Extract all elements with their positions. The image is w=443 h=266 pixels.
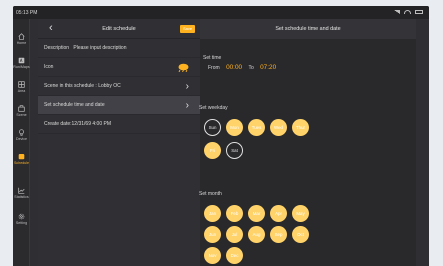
sidebar-item-label: Home (16, 41, 27, 45)
sidebar-item-label: Setting (15, 221, 28, 225)
status-time: 05:13 PM (16, 10, 38, 16)
sidebar-item-scene[interactable]: Scene (13, 105, 30, 117)
description-placeholder: Please input description (73, 45, 127, 51)
wifi-icon (404, 10, 411, 14)
set-weekday-label: Set weekday (199, 105, 228, 111)
chevron-right-icon: › (185, 81, 189, 92)
sidebar-item-setting[interactable]: Setting (13, 213, 30, 225)
from-time-value[interactable]: 00:00 (226, 64, 242, 71)
device-icon (19, 129, 24, 136)
signal-icon (394, 10, 400, 14)
month-dec[interactable]: Dec (226, 247, 243, 264)
map-icon (18, 57, 25, 64)
month-jun[interactable]: Jun (204, 226, 221, 243)
create-date: Create date:12/31/69 4:00 PM (44, 121, 111, 127)
page-title: Edit schedule (102, 26, 136, 32)
to-label: To (248, 65, 254, 71)
time-date-label: Set schedule time and date (44, 102, 105, 108)
icon-label: Icon (44, 64, 54, 70)
month-nov[interactable]: Nov (204, 247, 221, 264)
create-date-row: Create date:12/31/69 4:00 PM (38, 115, 200, 134)
sidebar-item-label: Area (17, 89, 26, 93)
home-icon (18, 33, 25, 40)
sidebar-item-label: Device (16, 137, 27, 141)
to-time-value[interactable]: 07:20 (260, 64, 276, 71)
panel-title: Set schedule time and date (200, 19, 416, 39)
weekday-thur[interactable]: Thur (292, 119, 309, 136)
sidebar-item-home[interactable]: Home (13, 33, 30, 45)
app-screen: 05:13 PM Home Run/Maps Area Scene Device (13, 6, 429, 266)
weekday-sat[interactable]: Sat (226, 142, 243, 159)
month-oct[interactable]: Oct (292, 226, 309, 243)
sidebar-item-label: Run/Maps (13, 65, 30, 69)
weekday-wed[interactable]: Wed (270, 119, 287, 136)
month-jul[interactable]: Jul (226, 226, 243, 243)
sidebar-item-schedule[interactable]: Schedule (13, 153, 30, 165)
icon-row[interactable]: Icon (38, 58, 200, 77)
sidebar-item-label: Statistics (14, 195, 29, 199)
scene-label: Scene in this schedule : Lobby OC (44, 83, 121, 89)
month-aug[interactable]: Aug (248, 226, 265, 243)
month-mar[interactable]: Mar (248, 205, 265, 222)
set-time-label: Set time (203, 55, 222, 61)
set-month-label: Set month (199, 191, 222, 197)
description-label: Description (44, 45, 70, 51)
description-row[interactable]: Description Please input description (38, 39, 200, 58)
month-feb[interactable]: Feb (226, 205, 243, 222)
sidebar: Home Run/Maps Area Scene Device Schedule… (13, 19, 30, 266)
month-apr[interactable]: Apr (270, 205, 287, 222)
save-button[interactable]: Save (180, 25, 195, 33)
time-date-panel: Set schedule time and date Set time From… (199, 19, 416, 266)
status-bar: 05:13 PM (13, 6, 429, 19)
edit-schedule-panel: ‹ Edit schedule Save Description Please … (38, 19, 200, 266)
cloud-icon (178, 63, 189, 72)
sidebar-item-run-maps[interactable]: Run/Maps (13, 57, 30, 69)
weekday-sun[interactable]: Sun (204, 119, 221, 136)
system-icons (394, 10, 423, 14)
weekday-tues[interactable]: Tues (248, 119, 265, 136)
sidebar-item-area[interactable]: Area (13, 81, 30, 93)
schedule-icon (18, 154, 25, 160)
sidebar-item-statistics[interactable]: Statistics (13, 187, 30, 199)
time-date-row[interactable]: Set schedule time and date › (38, 96, 200, 115)
scene-icon (18, 105, 25, 112)
statistics-icon (18, 187, 25, 194)
sidebar-item-label: Scene (16, 113, 27, 117)
battery-icon (415, 10, 423, 14)
setting-icon (18, 213, 25, 220)
panel-header: ‹ Edit schedule Save (38, 19, 200, 39)
area-icon (18, 81, 25, 88)
month-sep[interactable]: Sep (270, 226, 287, 243)
month-jan[interactable]: Jan (204, 205, 221, 222)
scene-row[interactable]: Scene in this schedule : Lobby OC › (38, 77, 200, 96)
sidebar-item-device[interactable]: Device (13, 129, 30, 141)
weekday-mon[interactable]: Mon (226, 119, 243, 136)
time-range[interactable]: From 00:00 To 07:20 (208, 64, 276, 71)
month-may[interactable]: May (292, 205, 309, 222)
weekday-fri[interactable]: Fri (204, 142, 221, 159)
from-label: From (208, 65, 220, 71)
sidebar-item-label: Schedule (14, 161, 29, 165)
chevron-right-icon: › (185, 100, 189, 111)
